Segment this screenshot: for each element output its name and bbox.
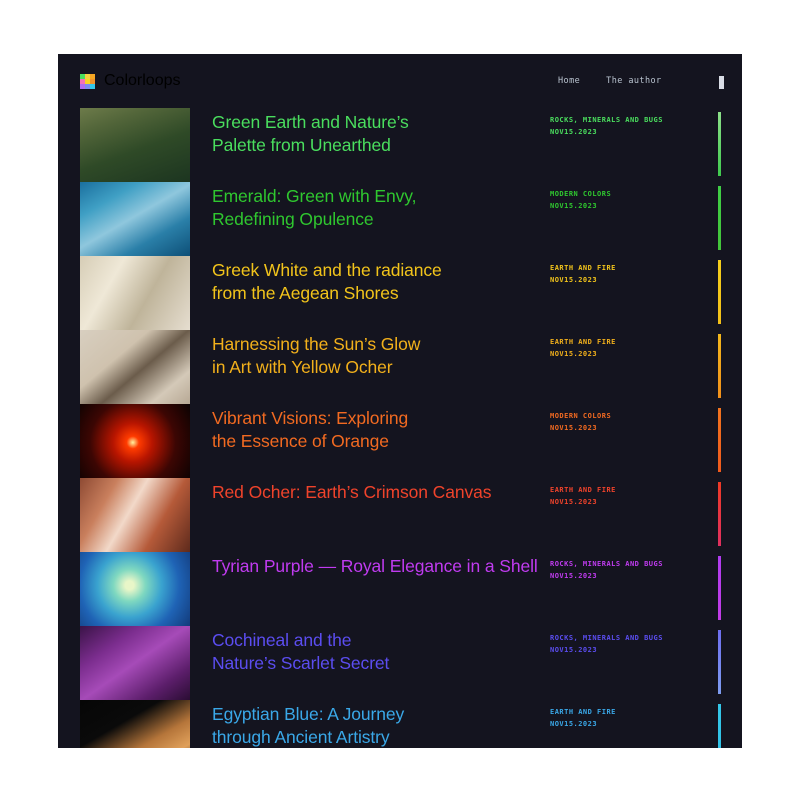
article-title[interactable]: Emerald: Green with Envy, Redefining Opu… bbox=[212, 182, 550, 232]
scroll-indicator[interactable] bbox=[719, 76, 724, 89]
article-row[interactable]: Harnessing the Sun’s Glow in Art with Ye… bbox=[58, 330, 742, 404]
article-row[interactable]: Egyptian Blue: A Journey through Ancient… bbox=[58, 700, 742, 748]
article-row[interactable]: Red Ocher: Earth’s Crimson Canvas EARTH A… bbox=[58, 478, 742, 552]
article-row[interactable]: Green Earth and Nature’s Palette from Un… bbox=[58, 108, 742, 182]
article-thumbnail[interactable] bbox=[80, 552, 190, 626]
article-meta: ROCKS, MINERALS AND BUGS NOV15.2023 bbox=[550, 552, 718, 583]
article-date: NOV15.2023 bbox=[550, 276, 598, 285]
article-category[interactable]: MODERN COLORS bbox=[550, 410, 718, 422]
article-meta: MODERN COLORS NOV15.2023 bbox=[550, 182, 718, 213]
article-date: NOV15.2023 bbox=[550, 202, 598, 211]
article-date: NOV15.2023 bbox=[550, 720, 598, 729]
article-category[interactable]: EARTH AND FIRE bbox=[550, 706, 718, 718]
article-category[interactable]: EARTH AND FIRE bbox=[550, 262, 718, 274]
article-thumbnail[interactable] bbox=[80, 404, 190, 478]
page-container: Colorloops Home The author Green Earth a… bbox=[58, 54, 742, 748]
article-color-bar bbox=[718, 630, 721, 694]
article-category[interactable]: ROCKS, MINERALS AND BUGS bbox=[550, 114, 718, 126]
article-date: NOV15.2023 bbox=[550, 350, 598, 359]
article-list: Green Earth and Nature’s Palette from Un… bbox=[58, 108, 742, 748]
article-date: NOV15.2023 bbox=[550, 498, 598, 507]
article-meta: ROCKS, MINERALS AND BUGS NOV15.2023 bbox=[550, 108, 718, 139]
article-title[interactable]: Tyrian Purple — Royal Elegance in a Shel… bbox=[212, 552, 550, 578]
article-row[interactable]: Emerald: Green with Envy, Redefining Opu… bbox=[58, 182, 742, 256]
article-thumbnail[interactable] bbox=[80, 330, 190, 404]
article-row[interactable]: Greek White and the radiance from the Ae… bbox=[58, 256, 742, 330]
article-meta: ROCKS, MINERALS AND BUGS NOV15.2023 bbox=[550, 626, 718, 657]
article-date: NOV15.2023 bbox=[550, 646, 598, 655]
color-bar-slot bbox=[718, 108, 742, 176]
article-date: NOV15.2023 bbox=[550, 424, 598, 433]
color-bar-slot bbox=[718, 626, 742, 694]
brand-name: Colorloops bbox=[104, 72, 181, 89]
article-color-bar bbox=[718, 112, 721, 176]
site-header: Colorloops Home The author bbox=[58, 54, 742, 108]
article-thumbnail[interactable] bbox=[80, 478, 190, 552]
main-nav: Home The author bbox=[558, 76, 662, 86]
article-thumbnail[interactable] bbox=[80, 700, 190, 748]
article-row[interactable]: Vibrant Visions: Exploring the Essence o… bbox=[58, 404, 742, 478]
article-category[interactable]: EARTH AND FIRE bbox=[550, 484, 718, 496]
color-bar-slot bbox=[718, 700, 742, 748]
article-title[interactable]: Red Ocher: Earth’s Crimson Canvas bbox=[212, 478, 550, 504]
article-thumbnail[interactable] bbox=[80, 182, 190, 256]
logo-swatch bbox=[90, 83, 95, 89]
article-color-bar bbox=[718, 260, 721, 324]
article-color-bar bbox=[718, 556, 721, 620]
article-row[interactable]: Cochineal and the Nature’s Scarlet Secre… bbox=[58, 626, 742, 700]
article-thumbnail[interactable] bbox=[80, 108, 190, 182]
nav-home[interactable]: Home bbox=[558, 76, 580, 86]
article-thumbnail[interactable] bbox=[80, 256, 190, 330]
color-bar-slot bbox=[718, 256, 742, 324]
brand[interactable]: Colorloops bbox=[80, 72, 180, 90]
article-title[interactable]: Harnessing the Sun’s Glow in Art with Ye… bbox=[212, 330, 550, 380]
article-title[interactable]: Vibrant Visions: Exploring the Essence o… bbox=[212, 404, 550, 454]
article-color-bar bbox=[718, 408, 721, 472]
color-bar-slot bbox=[718, 330, 742, 398]
color-bar-slot bbox=[718, 182, 742, 250]
article-category[interactable]: ROCKS, MINERALS AND BUGS bbox=[550, 632, 718, 644]
article-title[interactable]: Greek White and the radiance from the Ae… bbox=[212, 256, 550, 306]
article-color-bar bbox=[718, 186, 721, 250]
article-category[interactable]: MODERN COLORS bbox=[550, 188, 718, 200]
color-bar-slot bbox=[718, 404, 742, 472]
article-category[interactable]: ROCKS, MINERALS AND BUGS bbox=[550, 558, 718, 570]
article-thumbnail[interactable] bbox=[80, 626, 190, 700]
color-bar-slot bbox=[718, 552, 742, 620]
article-meta: EARTH AND FIRE NOV15.2023 bbox=[550, 478, 718, 509]
article-category[interactable]: EARTH AND FIRE bbox=[550, 336, 718, 348]
article-title[interactable]: Egyptian Blue: A Journey through Ancient… bbox=[212, 700, 550, 748]
article-meta: MODERN COLORS NOV15.2023 bbox=[550, 404, 718, 435]
article-color-bar bbox=[718, 704, 721, 748]
article-meta: EARTH AND FIRE NOV15.2023 bbox=[550, 330, 718, 361]
article-color-bar bbox=[718, 334, 721, 398]
colorloops-logo-icon bbox=[80, 73, 95, 89]
article-title[interactable]: Green Earth and Nature’s Palette from Un… bbox=[212, 108, 550, 158]
article-title[interactable]: Cochineal and the Nature’s Scarlet Secre… bbox=[212, 626, 550, 676]
color-bar-slot bbox=[718, 478, 742, 546]
article-color-bar bbox=[718, 482, 721, 546]
article-date: NOV15.2023 bbox=[550, 128, 598, 137]
article-meta: EARTH AND FIRE NOV15.2023 bbox=[550, 256, 718, 287]
article-meta: EARTH AND FIRE NOV15.2023 bbox=[550, 700, 718, 731]
article-row[interactable]: Tyrian Purple — Royal Elegance in a Shel… bbox=[58, 552, 742, 626]
nav-the-author[interactable]: The author bbox=[606, 76, 661, 86]
article-date: NOV15.2023 bbox=[550, 572, 598, 581]
